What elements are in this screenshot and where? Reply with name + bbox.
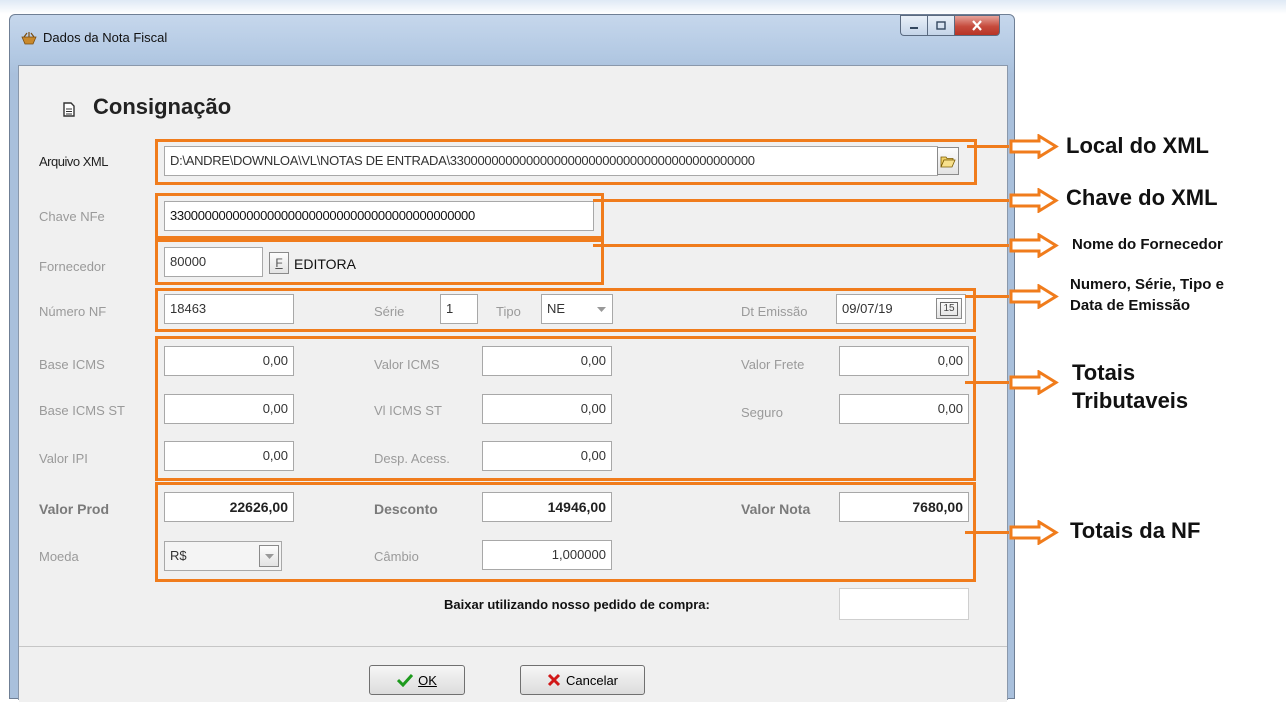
numero-label: Número NF bbox=[39, 304, 107, 319]
annotation-totais-nf: Totais da NF bbox=[1070, 518, 1201, 543]
highlight-totais-tributaveis bbox=[155, 336, 976, 481]
button-bar: OK Cancelar bbox=[19, 646, 1007, 702]
pedido-label: Baixar utilizando nosso pedido de compra… bbox=[444, 597, 710, 612]
window-title: Dados da Nota Fiscal bbox=[43, 30, 168, 45]
ok-label: OK bbox=[418, 672, 437, 688]
cancel-button[interactable]: Cancelar bbox=[520, 665, 645, 695]
connector-fornecedor bbox=[593, 244, 1009, 247]
dialog-client-area: Consignação Arquivo XML D:\ANDRE\DOWNLOA… bbox=[18, 65, 1008, 702]
pedido-field[interactable] bbox=[839, 588, 969, 620]
ok-button[interactable]: OK bbox=[369, 665, 465, 695]
connector-totais-tributaveis bbox=[965, 381, 1009, 384]
valor-prod-label: Valor Prod bbox=[39, 501, 110, 517]
arrow-chave-xml-icon bbox=[1009, 188, 1059, 213]
document-icon bbox=[63, 102, 75, 117]
arrow-numero-icon bbox=[1009, 284, 1059, 309]
minimize-button[interactable] bbox=[900, 15, 927, 36]
annotation-numero-line2: Data de Emissão bbox=[1070, 297, 1191, 314]
dialog-window: Dados da Nota Fiscal Consignação Arquivo… bbox=[9, 14, 1015, 702]
base-icms-label: Base ICMS bbox=[39, 357, 105, 372]
close-button[interactable] bbox=[954, 15, 1000, 36]
arrow-fornecedor-icon bbox=[1009, 233, 1059, 258]
arrow-totais-tributaveis-icon bbox=[1009, 370, 1059, 395]
xml-label: Arquivo XML bbox=[39, 154, 108, 169]
base-icms-st-label: Base ICMS ST bbox=[39, 403, 125, 418]
highlight-totais-nf bbox=[155, 482, 976, 582]
arrow-local-xml-icon bbox=[1009, 134, 1059, 159]
annotation-local-xml: Local do XML bbox=[1066, 133, 1209, 158]
connector-numero bbox=[965, 295, 1009, 298]
connector-local-xml bbox=[967, 145, 1009, 148]
highlight-chave-xml bbox=[155, 193, 604, 239]
check-icon bbox=[397, 673, 414, 687]
title-bar[interactable]: Dados da Nota Fiscal bbox=[10, 15, 1014, 65]
form-heading: Consignação bbox=[93, 94, 232, 119]
app-icon bbox=[21, 32, 37, 45]
window-controls bbox=[900, 15, 1000, 37]
moeda-label: Moeda bbox=[39, 549, 79, 564]
arrow-totais-nf-icon bbox=[1009, 520, 1059, 545]
highlight-numero-serie bbox=[155, 288, 976, 332]
annotation-numero-line1: Numero, Série, Tipo e bbox=[1070, 276, 1224, 293]
highlight-fornecedor bbox=[155, 239, 604, 285]
close-icon bbox=[972, 20, 982, 31]
chave-label: Chave NFe bbox=[39, 209, 105, 224]
cancel-label: Cancelar bbox=[565, 672, 619, 688]
minimize-icon bbox=[910, 26, 918, 29]
highlight-local-xml bbox=[155, 139, 977, 185]
maximize-icon bbox=[936, 21, 946, 30]
fornecedor-label: Fornecedor bbox=[39, 259, 106, 274]
connector-chave-xml bbox=[593, 199, 1009, 202]
annotation-nome-fornecedor: Nome do Fornecedor bbox=[1072, 236, 1223, 253]
annotation-totais-trib-line1: Totais bbox=[1072, 360, 1136, 385]
annotation-chave-xml: Chave do XML bbox=[1066, 185, 1218, 210]
valor-ipi-label: Valor IPI bbox=[39, 451, 88, 466]
background-band bbox=[0, 0, 1286, 14]
connector-totais-nf bbox=[965, 531, 1009, 534]
maximize-button[interactable] bbox=[927, 15, 954, 36]
annotation-totais-trib-line2: Tributaveis bbox=[1072, 388, 1189, 413]
x-icon bbox=[547, 673, 561, 687]
